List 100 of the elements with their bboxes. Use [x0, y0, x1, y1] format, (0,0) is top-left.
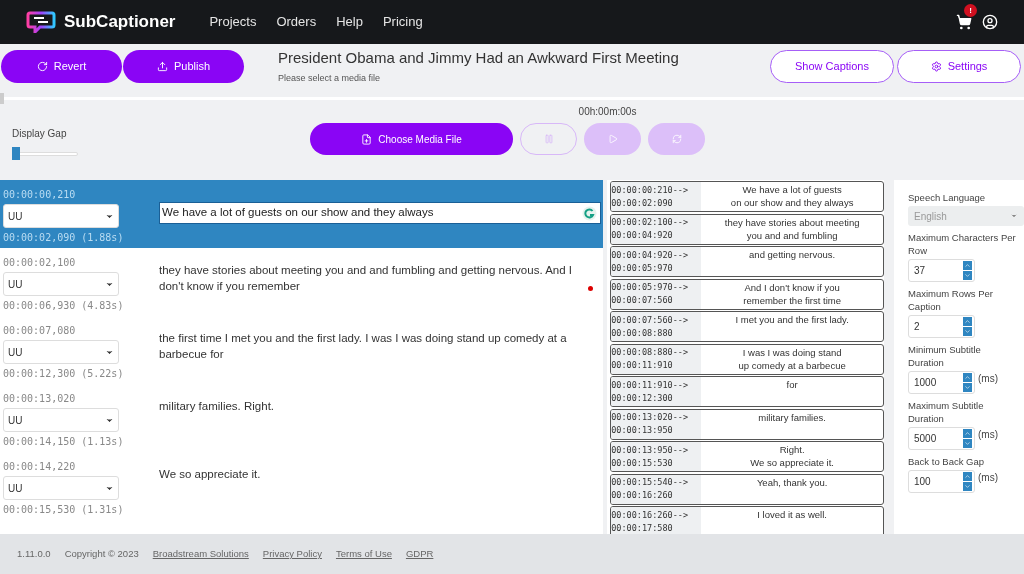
caption-end: 00:00:04:920 [611, 229, 674, 242]
caption-card[interactable]: 00:00:04:920--> 00:00:05:970 and getting nervous. [610, 246, 884, 277]
caption-start: 00:00:08:880--> [611, 346, 689, 359]
timeline-thumb[interactable] [0, 93, 4, 104]
caption-end: 00:00:17:580 [611, 521, 674, 534]
caption-start: 00:00:16:260--> [611, 508, 689, 522]
caption-start: 00:00:15:540--> [611, 476, 689, 489]
caption-card[interactable]: 00:00:02:100--> 00:00:04:920 they have stories about meeting you and and fumbling [610, 213, 884, 245]
end-time: 00:00:12,300 (5.22s) [3, 367, 125, 381]
caption-line: We so appreciate it. [750, 456, 834, 469]
speaker-select[interactable]: UU [3, 204, 119, 228]
end-time: 00:00:15,530 (1.31s) [3, 503, 125, 517]
caption-text[interactable]: they have stories about meeting you and and fumbling and getting nervous. And I don't know if you remember [159, 262, 587, 316]
caption-line: and getting nervous. [749, 248, 836, 261]
display-gap-label: Display Gap [12, 128, 67, 139]
caption-card[interactable]: 00:00:07:560--> 00:00:08:880 I met you and the first lady. [610, 311, 884, 342]
caption-card[interactable]: 00:00:13:020--> 00:00:13:950 military families. [610, 408, 884, 440]
cart-badge: ! [964, 4, 977, 17]
caption-start: 00:00:02:100--> [611, 216, 689, 229]
caret-icon [1010, 212, 1018, 220]
speaker-select[interactable]: UU [3, 408, 119, 432]
version-text: 1.11.0.0 [17, 546, 51, 561]
increment-icon[interactable] [963, 472, 972, 481]
footer-link[interactable]: Broadstream Solutions [152, 546, 249, 562]
footer-link[interactable]: Terms of Use [335, 546, 392, 562]
caption-line: I was I was doing stand [742, 345, 842, 359]
logo-icon [26, 11, 56, 33]
pause-button[interactable] [520, 123, 577, 155]
caption-start: 00:00:07:560--> [611, 313, 689, 327]
caption-end: 00:00:13:950 [611, 424, 674, 437]
footer-link[interactable]: Privacy Policy [262, 546, 322, 562]
setting-label: Minimum Subtitle Duration [908, 343, 982, 369]
speaker-select[interactable]: UU [3, 272, 119, 296]
number-field[interactable]: 2 [908, 315, 975, 338]
number-field[interactable]: 5000 [908, 427, 975, 450]
nav-link[interactable]: Orders [276, 12, 317, 32]
caption-end: 00:00:11:910 [611, 359, 674, 372]
nav-link[interactable]: Projects [209, 12, 257, 32]
caption-line: remember the first time [743, 293, 841, 307]
caption-card[interactable]: 00:00:08:880--> 00:00:11:910 I was I was doing stand up comedy at a barbecue [610, 343, 884, 375]
decrement-icon[interactable] [963, 482, 972, 491]
caption-card[interactable]: 00:00:15:540--> 00:00:16:260 Yeah, thank you. [610, 473, 884, 505]
caption-text[interactable]: military families. Right. [159, 398, 587, 452]
choose-media-button[interactable]: Choose Media File [310, 123, 513, 155]
caption-text[interactable]: the first time I met you and the first lady. I was I was doing stand up comedy at a barbecue for [159, 330, 587, 384]
caption-card[interactable]: 00:00:13:950--> 00:00:15:530 Right. We so appreciate it. [610, 441, 884, 472]
status-text: Please select a media file [278, 71, 382, 85]
caption-line: Yeah, thank you. [756, 475, 828, 489]
caption-end: 00:00:12:300 [611, 391, 674, 405]
decrement-icon[interactable] [963, 327, 972, 336]
caption-text[interactable]: We so appreciate it. [159, 466, 587, 520]
account-icon[interactable] [982, 14, 998, 30]
caption-start: 00:00:11:910--> [611, 378, 689, 392]
toolbar-button[interactable]: Settings [897, 49, 1021, 83]
caption-line: military families. [758, 410, 826, 424]
toolbar-button[interactable]: Publish [123, 49, 244, 83]
decrement-icon[interactable] [963, 271, 972, 280]
caption-input[interactable]: We have a lot of guests on our show and they always [159, 202, 601, 224]
refresh-icon [671, 134, 682, 144]
toolbar-button[interactable]: Revert [1, 49, 122, 83]
upload-icon [156, 60, 168, 72]
caption-line: We have a lot of guests [742, 183, 842, 196]
caption-start: 00:00:04:920--> [611, 248, 689, 262]
increment-icon[interactable] [963, 317, 972, 326]
grammar-check-icon[interactable] [582, 205, 597, 221]
number-field[interactable]: 100 [908, 470, 975, 493]
caption-card[interactable]: 00:00:11:910--> 00:00:12:300 for [610, 376, 884, 407]
decrement-icon[interactable] [963, 383, 972, 392]
brand-name: SubCaptioner [64, 11, 176, 34]
start-time: 00:00:13,020 [3, 392, 77, 406]
increment-icon[interactable] [963, 261, 972, 270]
nav-link[interactable]: Help [336, 12, 363, 32]
caption-line: for [786, 378, 798, 391]
cart-button[interactable] [956, 14, 972, 30]
display-gap-slider[interactable] [12, 147, 78, 160]
increment-icon[interactable] [963, 373, 972, 382]
end-time: 00:00:14,150 (1.13s) [3, 435, 125, 449]
caption-line: I met you and the first lady. [735, 313, 849, 326]
number-field[interactable]: 37 [908, 259, 975, 282]
caption-end: 00:00:05:970 [611, 261, 674, 275]
slider-thumb[interactable] [12, 147, 20, 160]
decrement-icon[interactable] [963, 439, 972, 448]
caption-card[interactable]: 00:00:00:210--> 00:00:02:090 We have a lot of guests on our show and they always [610, 181, 884, 212]
nav-link[interactable]: Pricing [382, 12, 423, 32]
project-title: President Obama and Jimmy Had an Awkward First Meeting [278, 48, 679, 68]
unit-label: (ms) [978, 471, 998, 485]
footer-link[interactable]: GDPR [405, 546, 434, 562]
increment-icon[interactable] [963, 429, 972, 438]
playback-time: 00h:00m:00s [578, 105, 637, 119]
speaker-select[interactable]: UU [3, 340, 119, 364]
unit-label: (ms) [978, 428, 998, 442]
start-time: 00:00:14,220 [3, 460, 77, 474]
speaker-select[interactable]: UU [3, 476, 119, 500]
number-field[interactable]: 1000 [908, 371, 975, 394]
caption-card[interactable]: 00:00:05:970--> 00:00:07:560 And I don't know if you remember the first time [610, 278, 884, 310]
caption-line: up comedy at a barbecue [738, 358, 846, 372]
caption-line: Right. [779, 443, 805, 456]
toolbar-button[interactable]: Show Captions [770, 49, 894, 83]
segment-row[interactable]: 00:00:00,210 UU 00:00:02,090 (1.88s) We have a lot of guests on our show and they always [0, 180, 604, 248]
caption-line: I loved it as well. [757, 508, 827, 521]
